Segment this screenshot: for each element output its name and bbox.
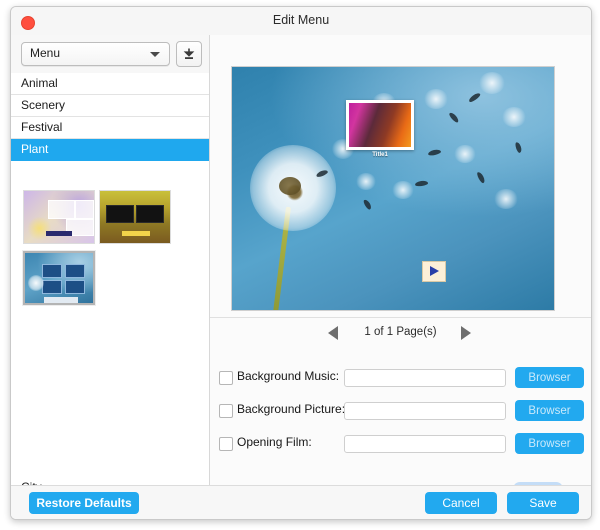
- template-thumbnail-dandelion-blue[interactable]: [23, 251, 95, 305]
- background-picture-browser-button[interactable]: Browser: [515, 400, 584, 421]
- opening-film-label: Opening Film:: [237, 435, 312, 449]
- chevron-down-icon: [150, 52, 160, 57]
- background-music-input[interactable]: [344, 369, 506, 387]
- background-music-label: Background Music:: [237, 369, 340, 383]
- dandelion-core: [279, 177, 301, 195]
- sidebar-item-scenery[interactable]: Scenery: [11, 95, 209, 117]
- menu-type-select-value: Menu: [30, 46, 61, 60]
- seed: [475, 171, 487, 184]
- seed: [362, 198, 373, 211]
- opening-film-checkbox[interactable]: [219, 437, 233, 451]
- seed: [427, 148, 442, 157]
- row-background-music: Background Music: Browser: [210, 365, 591, 393]
- menu-options-form: Background Music: Browser Background Pic…: [210, 347, 591, 511]
- title-bar: Edit Menu: [11, 7, 591, 36]
- sidebar: Menu Animal Scenery Festival Plant: [11, 35, 210, 519]
- menu-preview[interactable]: Title1: [231, 66, 555, 311]
- cancel-button[interactable]: Cancel: [425, 492, 497, 514]
- play-icon: [430, 266, 439, 276]
- play-button[interactable]: [422, 261, 446, 282]
- seed-puff: [424, 89, 448, 109]
- save-button[interactable]: Save: [507, 492, 579, 514]
- pager: 1 of 1 Page(s): [210, 317, 591, 349]
- download-button[interactable]: [176, 41, 202, 67]
- background-picture-label: Background Picture:: [237, 402, 346, 416]
- seed: [467, 91, 482, 104]
- dialog-footer: Restore Defaults Cancel Save: [11, 485, 591, 519]
- seed-puff: [502, 107, 526, 127]
- background-music-checkbox[interactable]: [219, 371, 233, 385]
- seed: [514, 141, 523, 154]
- seed-puff: [356, 173, 376, 190]
- arrow-right-icon[interactable]: [461, 326, 471, 340]
- seed-puff: [392, 181, 414, 199]
- seed: [414, 180, 429, 187]
- template-thumbnail-grid: [11, 181, 209, 477]
- menu-type-select[interactable]: Menu: [21, 42, 170, 66]
- background-picture-checkbox[interactable]: [219, 404, 233, 418]
- seed-puff: [454, 145, 476, 163]
- pager-label: 1 of 1 Page(s): [364, 326, 437, 338]
- seed-puff: [494, 189, 518, 209]
- row-background-picture: Background Picture: Browser: [210, 398, 591, 426]
- sidebar-item-animal[interactable]: Animal: [11, 73, 209, 95]
- template-thumbnail-flower-purple[interactable]: [23, 190, 95, 244]
- category-list: Animal Scenery Festival Plant: [11, 73, 209, 161]
- sidebar-item-festival[interactable]: Festival: [11, 117, 209, 139]
- background-picture-input[interactable]: [344, 402, 506, 420]
- main-panel: Title1 1 of 1 Page(s) Background Music: …: [210, 35, 591, 511]
- page-title: Edit Menu: [272, 13, 330, 27]
- menu-title-thumbnail[interactable]: [346, 100, 414, 150]
- row-opening-film: Opening Film: Browser: [210, 431, 591, 459]
- seed: [448, 111, 460, 124]
- background-music-browser-button[interactable]: Browser: [515, 367, 584, 388]
- menu-title-label: Title1: [372, 152, 388, 158]
- sidebar-item-plant[interactable]: Plant: [11, 139, 209, 161]
- restore-defaults-button[interactable]: Restore Defaults: [29, 492, 139, 514]
- seed-puff: [479, 72, 505, 94]
- template-thumbnail-forest-autumn[interactable]: [99, 190, 171, 244]
- preview-container: Title1: [210, 35, 591, 317]
- download-icon: [183, 48, 195, 59]
- edit-menu-dialog: Edit Menu Menu Animal Scenery Festival P…: [10, 6, 592, 520]
- opening-film-input[interactable]: [344, 435, 506, 453]
- sidebar-toolbar: Menu: [11, 35, 209, 73]
- opening-film-browser-button[interactable]: Browser: [515, 433, 584, 454]
